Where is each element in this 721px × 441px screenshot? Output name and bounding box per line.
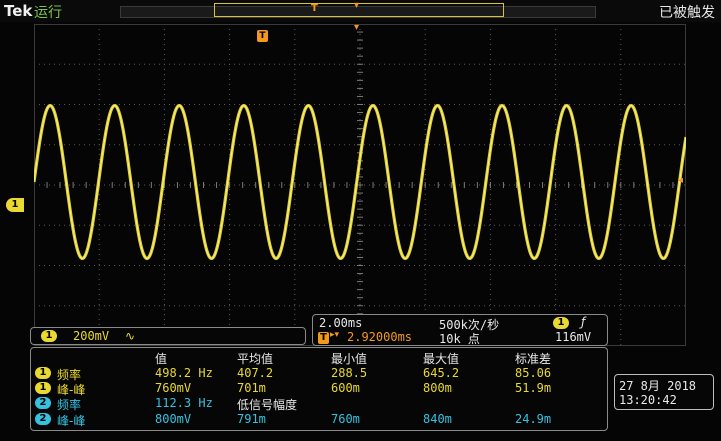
ch1-badge: 1 [35, 382, 51, 394]
measurement-value: 112.3 Hz [155, 396, 213, 410]
ch1-coupling-icon: ∿ [125, 329, 136, 343]
date-label: 27 8月 2018 [619, 379, 697, 393]
trigger-source-badge: 1 [553, 317, 569, 329]
measurement-min: 600m [331, 381, 360, 395]
measurement-row[interactable]: 2 频率 112.3 Hz 低信号幅度 [35, 396, 605, 412]
ch1-ground-marker[interactable]: 1 [6, 198, 24, 212]
ch1-badge: 1 [35, 367, 51, 379]
measurement-min: 760m [331, 412, 360, 426]
measurement-std: 51.9m [515, 381, 552, 395]
ch2-badge: 2 [35, 413, 51, 425]
measurement-std: 24.9m [515, 412, 552, 426]
measurement-max: 645.2 [423, 366, 460, 380]
measurements-panel[interactable]: 值 平均值 最小值 最大值 标准差 1 频率 498.2 Hz 407.2 28… [30, 347, 608, 431]
measurement-mean: 701m [237, 381, 266, 395]
trigger-position-marker[interactable]: T [257, 30, 268, 42]
measurement-value: 760mV [155, 381, 192, 395]
measurement-mean: 791m [237, 412, 266, 426]
trigger-position-badge: T [318, 332, 329, 344]
header-std: 标准差 [515, 352, 552, 366]
measurement-max: 800m [423, 381, 452, 395]
record-length: 10k 点 [439, 332, 480, 346]
time-label: 13:20:42 [619, 393, 677, 407]
ch2-badge: 2 [35, 397, 51, 409]
ch1-volts-per-div: 200mV [73, 329, 110, 343]
measurement-row[interactable]: 1 峰-峰 760mV 701m 600m 800m 51.9m [35, 381, 605, 397]
measurement-min: 288.5 [331, 366, 368, 380]
measurement-name: 峰-峰 [57, 414, 86, 428]
time-per-div: 2.00ms [319, 316, 363, 330]
trigger-slope-icon: ƒ [581, 315, 586, 329]
ch1-badge: 1 [41, 330, 57, 342]
record-trigger-position-icon: T [311, 3, 318, 14]
measurement-value: 498.2 Hz [155, 366, 213, 380]
measurement-mean: 低信号幅度 [237, 398, 298, 412]
trigger-level-marker-icon[interactable]: ◂ [678, 175, 683, 186]
graticule[interactable] [34, 24, 686, 346]
record-center-marker-icon: ▾ [354, 0, 360, 11]
measurement-value: 800mV [155, 412, 192, 426]
measurement-row[interactable]: 2 峰-峰 800mV 791m 760m 840m 24.9m [35, 412, 605, 428]
measurement-name: 频率 [57, 398, 82, 412]
header-value: 值 [155, 352, 168, 366]
trigger-state-label: 已被触发 [659, 5, 715, 21]
top-status-bar: Tek 运行 T ▾ 已被触发 [0, 0, 721, 22]
measurement-row[interactable]: 1 频率 498.2 Hz 407.2 288.5 645.2 85.06 [35, 366, 605, 382]
measurement-mean: 407.2 [237, 366, 274, 380]
header-min: 最小值 [331, 352, 368, 366]
run-state-label[interactable]: 运行 [34, 2, 62, 22]
horizontal-position: 2.92000ms [347, 330, 413, 344]
brand-logo: Tek [4, 2, 33, 20]
measurement-std: 85.06 [515, 366, 552, 380]
trigger-offset-arrow-icon: ▸▾ [330, 330, 340, 340]
datetime-panel[interactable]: 27 8月 2018 13:20:42 [614, 374, 714, 410]
timebase-panel[interactable]: 2.00ms 500k次/秒 1 ƒ T ▸▾ 2.92000ms 10k 点 … [312, 314, 608, 346]
header-max: 最大值 [423, 352, 460, 366]
oscilloscope-screen: Tek 运行 T ▾ 已被触发 T ▾ 1 ◂ 1 200mV ∿ 2.00ms… [0, 0, 721, 441]
measurement-header-row: 值 平均值 最小值 最大值 标准差 [35, 350, 605, 366]
header-mean: 平均值 [237, 352, 274, 366]
center-position-arrow-icon: ▾ [354, 22, 360, 33]
measurement-max: 840m [423, 412, 452, 426]
ch1-scale-panel[interactable]: 1 200mV ∿ [30, 327, 306, 345]
trigger-level: 116mV [555, 330, 592, 344]
